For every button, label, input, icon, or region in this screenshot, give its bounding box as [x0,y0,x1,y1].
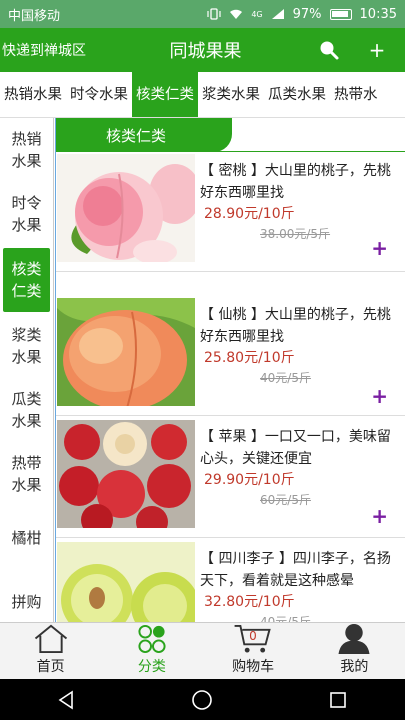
tab-melon-fruit[interactable]: 瓜类水果 [264,72,330,117]
nav-cart[interactable]: 0 购物车 [203,623,304,679]
tab-tropical-fruit[interactable]: 热带水 [330,72,382,117]
status-bar: 中国移动 4G 97% 10:35 [0,0,405,28]
product-description: 【 苹果 】一口又一口，美味留心头，关键还便宜 [200,429,391,467]
category-icon [138,624,166,654]
category-sidebar: 热销水果 时令水果 核类仁类 浆类水果 瓜类水果 热带水果 橘柑 拼购 [0,118,54,622]
sidebar-item-tropical[interactable]: 热带水果 [4,442,50,506]
search-button[interactable] [309,39,349,61]
battery-icon [329,8,352,20]
product-price: 32.80元/10斤 [204,594,295,610]
nav-category-label: 分类 [137,659,166,675]
vibrate-icon [207,8,221,20]
product-card[interactable]: 【 苹果 】一口又一口，美味留心头，关键还便宜 29.90元/10斤 60元/5… [56,418,405,538]
peach-image[interactable] [57,154,195,262]
cart-badge: 0 [249,629,257,643]
nav-cart-label: 购物车 [232,659,275,675]
bottom-navigation: 首页 分类 0 购物车 我的 [0,622,405,679]
back-icon[interactable] [57,690,77,710]
tab-berry-fruit[interactable]: 浆类水果 [198,72,264,117]
tab-seasonal-fruit[interactable]: 时令水果 [66,72,132,117]
sidebar-item-citrus[interactable]: 橘柑 [0,506,53,570]
sidebar-item-seasonal[interactable]: 时令水果 [4,182,50,246]
product-description: 【 仙桃 】大山里的桃子，先桃好东西哪里找 [200,307,391,345]
wifi-icon [230,9,243,19]
recent-apps-icon[interactable] [328,690,348,710]
nav-home-label: 首页 [36,659,65,675]
sidebar-item-hot[interactable]: 热销水果 [4,118,50,182]
peach-image[interactable] [57,298,195,406]
product-description: 【 密桃 】大山里的桃子，先桃好东西哪里找 [200,163,391,201]
product-info: 【 四川李子 】四川李子，名扬天下，看着就是这种感晕 32.80元/10斤 40… [200,548,404,622]
product-price: 29.90元/10斤 [204,472,295,488]
battery-percent: 97% [292,6,322,22]
tab-stone-fruit[interactable]: 核类仁类 [132,72,198,117]
plum-image[interactable] [57,542,195,622]
sidebar-item-stone[interactable]: 核类仁类 [3,248,50,312]
product-description: 【 四川李子 】四川李子，名扬天下，看着就是这种感晕 [200,551,391,589]
search-icon [320,41,339,60]
signal-icon [271,9,284,19]
page-title: 同城果果 [169,41,242,62]
home-icon [34,624,67,654]
user-icon [338,623,370,654]
status-icons: 4G 97% 10:35 [207,7,397,22]
product-card[interactable]: 【 四川李子 】四川李子，名扬天下，看着就是这种感晕 32.80元/10斤 40… [56,540,405,622]
product-info: 【 仙桃 】大山里的桃子，先桃好东西哪里找 25.80元/10斤 40元/5斤 [200,304,404,388]
system-navigation-bar [0,679,405,720]
clock: 10:35 [359,6,397,22]
section-title: 核类仁类 [56,118,232,152]
product-card[interactable]: 【 密桃 】大山里的桃子，先桃好东西哪里找 28.90元/10斤 38.00元/… [56,152,405,272]
nav-profile-label: 我的 [340,659,369,675]
product-card[interactable]: 【 仙桃 】大山里的桃子，先桃好东西哪里找 25.80元/10斤 40元/5斤 … [56,296,405,416]
product-info: 【 密桃 】大山里的桃子，先桃好东西哪里找 28.90元/10斤 38.00元/… [200,160,404,244]
apple-image[interactable] [57,420,195,528]
product-info: 【 苹果 】一口又一口，美味留心头，关键还便宜 29.90元/10斤 60元/5… [200,426,404,510]
carrier-name: 中国移动 [8,8,61,24]
delivery-location[interactable]: 快递到禅城区 [0,40,112,60]
category-tabs: 热销水果 时令水果 核类仁类 浆类水果 瓜类水果 热带水 [0,72,405,118]
app-header: 快递到禅城区 同城果果 + [0,28,405,72]
nav-profile[interactable]: 我的 [304,623,405,679]
nav-category[interactable]: 分类 [101,623,202,679]
nav-home[interactable]: 首页 [0,623,101,679]
tab-hot-fruit[interactable]: 热销水果 [0,72,66,117]
product-price: 28.90元/10斤 [204,206,295,222]
sidebar-item-berry[interactable]: 浆类水果 [4,314,50,378]
product-list: 核类仁类 【 密桃 】大山里的桃子，先桃好东西哪里找 28.90元/10斤 38… [55,118,405,622]
product-price: 25.80元/10斤 [204,350,295,366]
network-type: 4G [251,9,263,19]
add-button[interactable]: + [349,38,405,62]
add-to-cart-button[interactable]: + [371,384,388,408]
add-to-cart-button[interactable]: + [371,504,388,528]
sidebar-item-melon[interactable]: 瓜类水果 [4,378,50,442]
home-button-icon[interactable] [191,689,213,711]
add-to-cart-button[interactable]: + [371,236,388,260]
product-original-price: 40元/5斤 [260,615,311,622]
